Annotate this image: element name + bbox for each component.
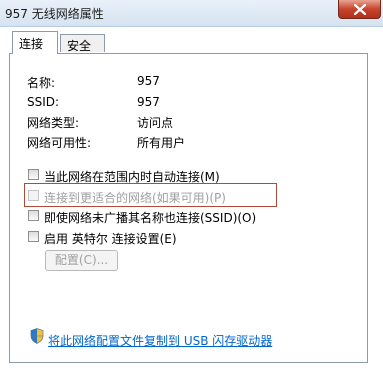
ssid-value: 957 bbox=[137, 95, 160, 109]
copy-profile-link[interactable]: 将此网络配置文件复制到 USB 闪存驱动器 bbox=[48, 332, 272, 349]
title-bar: 957 无线网络属性 bbox=[0, 0, 383, 27]
tab-connection[interactable]: 连接 bbox=[12, 31, 58, 54]
network-availability-label: 网络可用性: bbox=[27, 136, 92, 150]
intel-settings-checkbox[interactable] bbox=[28, 231, 39, 242]
hidden-ssid-checkbox[interactable] bbox=[28, 210, 39, 221]
prefer-network-checkbox bbox=[28, 190, 39, 201]
network-type-value: 访问点 bbox=[137, 116, 174, 130]
network-availability-value: 所有用户 bbox=[137, 136, 186, 150]
auto-connect-checkbox[interactable] bbox=[28, 169, 39, 180]
name-label: 名称: bbox=[27, 76, 56, 90]
uac-shield-icon bbox=[30, 328, 44, 344]
window-title: 957 无线网络属性 bbox=[5, 7, 104, 21]
hidden-ssid-label: 即使网络未广播其名称也连接(SSID)(O) bbox=[44, 211, 257, 225]
tab-security[interactable]: 安全 bbox=[60, 34, 105, 53]
intel-settings-label: 启用 英特尔 连接设置(E) bbox=[44, 232, 177, 246]
name-value: 957 bbox=[137, 74, 160, 88]
close-button[interactable] bbox=[338, 0, 381, 19]
configure-button: 配置(C)... bbox=[45, 250, 118, 271]
prefer-network-label: 连接到更适合的网络(如果可用)(P) bbox=[44, 191, 226, 205]
ssid-label: SSID: bbox=[27, 95, 60, 109]
close-icon bbox=[354, 4, 366, 15]
network-type-label: 网络类型: bbox=[27, 116, 80, 130]
tab-panel-connection bbox=[9, 53, 368, 363]
